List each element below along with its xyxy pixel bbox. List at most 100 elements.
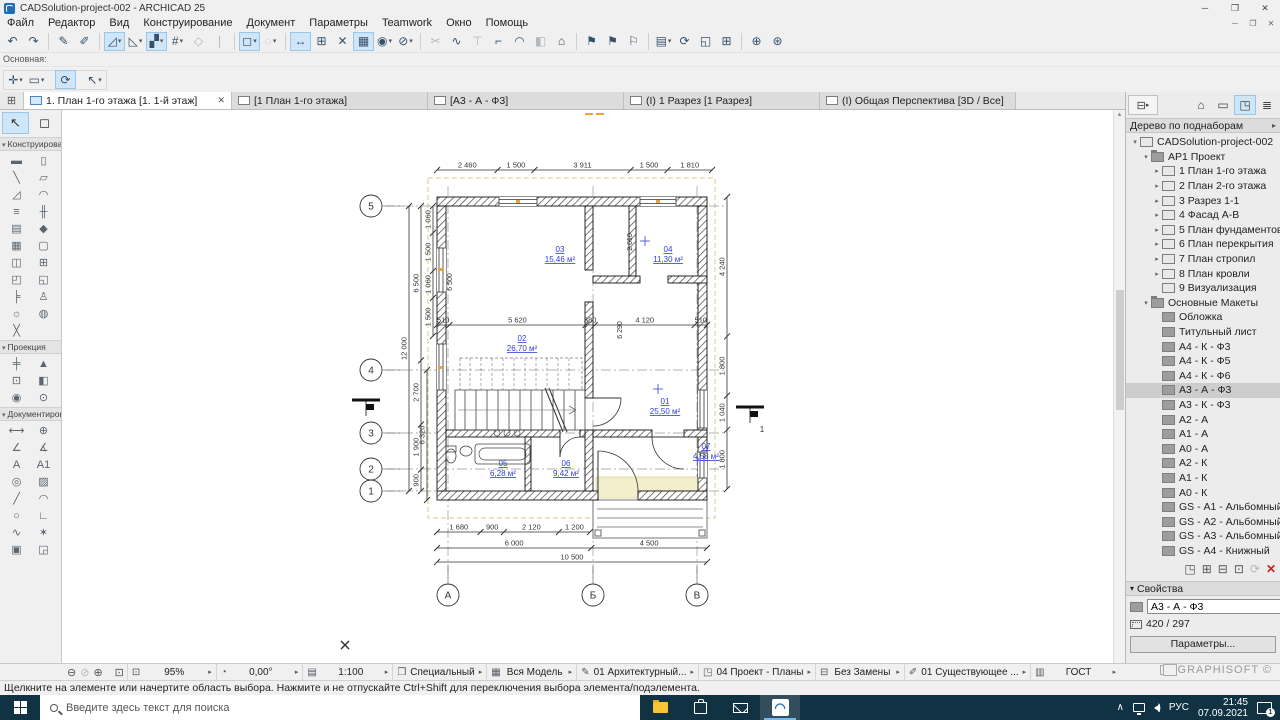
zoom-out-icon[interactable]: ⊖ — [67, 666, 76, 679]
zoom-prev-icon[interactable]: ⊘ — [80, 666, 89, 679]
tree-item[interactable]: А2 - А — [1126, 412, 1280, 427]
detail-tool[interactable]: ◉ — [3, 389, 30, 406]
taskbar-store[interactable] — [680, 695, 720, 720]
menu-файл[interactable]: Файл — [0, 16, 41, 30]
polyline-tool[interactable]: ∟ — [30, 507, 57, 524]
quick-option-renovation[interactable]: ✐01 Существующее ...▸ — [904, 664, 1030, 680]
tree-item[interactable]: 9 Визуализация — [1126, 281, 1280, 296]
tree-item[interactable]: ▸1 План 1-го этажа — [1126, 164, 1280, 179]
tab-1[interactable]: 1. План 1-го этажа [1. 1-й этаж]✕ — [24, 92, 232, 109]
tree-item[interactable]: GS - А4 - Книжный — [1126, 544, 1280, 557]
setsquare-button[interactable]: ◿▾ — [104, 32, 125, 51]
xref-button[interactable]: ⊛ — [767, 32, 788, 51]
level-dimension-tool[interactable]: ⊕ — [30, 422, 57, 439]
arc-tool[interactable]: ◠ — [30, 490, 57, 507]
chevron-right-icon[interactable]: ▸ — [1152, 167, 1162, 175]
wall-end-tool[interactable]: ╞ — [3, 288, 30, 305]
roof-tool[interactable]: ◿ — [3, 186, 30, 203]
tree-item[interactable]: ▸5 План фундаментов — [1126, 223, 1280, 238]
tracker-button[interactable]: ✛▾ — [5, 70, 26, 89]
tree-item[interactable]: ▸2 План 2-го этажа — [1126, 179, 1280, 194]
menu-вид[interactable]: Вид — [102, 16, 136, 30]
tab-3[interactable]: [А3 - А - Ф3] — [428, 92, 624, 109]
zoom-in-icon[interactable]: ⊕ — [93, 666, 102, 679]
tab-4[interactable]: (I) 1 Разрез [1 Разрез] — [624, 92, 820, 109]
selection-lock-button[interactable]: ◌▾ — [260, 32, 281, 51]
interior-elevation-tool[interactable]: ⊡ — [3, 372, 30, 389]
taskbar-search[interactable]: Введите здесь текст для поиска — [40, 695, 640, 720]
tray-chevron-icon[interactable]: ∧ — [1117, 702, 1124, 713]
flag-capture-button[interactable]: ⚑ — [602, 32, 623, 51]
coordinate-box-button[interactable]: ▭▾ — [26, 70, 47, 89]
new-drawing-icon[interactable]: ⊟ — [1218, 562, 1228, 576]
tree-item[interactable]: GS - А3 - Альбомный — [1126, 529, 1280, 544]
elevation-tool[interactable]: ▲ — [30, 355, 57, 372]
new-master-icon[interactable]: ⊡ — [1234, 562, 1244, 576]
delete-icon[interactable]: ✕ — [1266, 562, 1276, 576]
parameters-button[interactable]: Параметры... — [1130, 636, 1276, 653]
spline-tool[interactable]: ∿ — [3, 524, 30, 541]
tree-item[interactable]: А1 - А — [1126, 427, 1280, 442]
navigator-popup-button[interactable]: ⊟ ▸ — [1128, 95, 1158, 115]
snap-points-button[interactable]: ∣ — [209, 32, 230, 51]
language-indicator[interactable]: РУС — [1169, 702, 1189, 713]
chevron-down-icon[interactable]: ▾ — [1141, 153, 1151, 161]
flag-publish-button[interactable]: ⚐ — [623, 32, 644, 51]
arrow-tool[interactable]: ↖ — [2, 112, 29, 134]
tree-item[interactable]: А3 - А - Ф3 — [1126, 383, 1280, 398]
clock[interactable]: 21:4507.09.2021 — [1198, 697, 1248, 719]
notification-icon[interactable]: 1 — [1257, 702, 1272, 714]
drawing-update-button[interactable]: ◱ — [695, 32, 716, 51]
menu-teamwork[interactable]: Teamwork — [375, 16, 439, 30]
navigator-tree-header[interactable]: Дерево по поднаборам▸ — [1126, 118, 1280, 133]
coordinates-button[interactable]: ⊞ — [311, 32, 332, 51]
hotspot-tool[interactable]: ✶ — [30, 524, 57, 541]
adjust-button[interactable]: ∿ — [446, 32, 467, 51]
arrow-mode-button[interactable]: ↖▾ — [84, 70, 105, 89]
camera-tool[interactable]: ⊙ — [30, 389, 57, 406]
layout-book-icon[interactable]: ◳ — [1234, 95, 1256, 115]
corner-window-tool[interactable]: ◰ — [3, 271, 30, 288]
tree-item[interactable]: ▾АР1 Проект — [1126, 150, 1280, 165]
flag-favorites-button[interactable]: ⚑ — [581, 32, 602, 51]
morph-tool[interactable]: ◆ — [30, 220, 57, 237]
drawing-tool[interactable]: ◲ — [30, 541, 57, 558]
curtain-wall-tool[interactable]: ▤ — [3, 220, 30, 237]
inject-parameters-button[interactable]: ✐ — [74, 32, 95, 51]
minimize-button[interactable]: ─ — [1190, 0, 1220, 16]
menu-окно[interactable]: Окно — [439, 16, 479, 30]
object-tool[interactable]: ♙ — [30, 288, 57, 305]
doc-close-button[interactable]: ✕ — [1262, 19, 1280, 28]
label-tool[interactable]: A1 — [30, 456, 57, 473]
tree-item[interactable]: GS - А1 - Альбомный — [1126, 500, 1280, 515]
shell-tool[interactable]: ◠ — [30, 186, 57, 203]
chevron-down-icon[interactable]: ▾ — [1141, 299, 1151, 307]
view-settings-button[interactable]: ▤▾ — [653, 32, 674, 51]
project-map-icon[interactable]: ⌂ — [1190, 95, 1212, 115]
new-layout-icon[interactable]: ◳ — [1184, 562, 1195, 576]
quick-option-rotate[interactable]: ◔0,00°▸ — [216, 664, 303, 680]
gravity-button[interactable]: ◺▾ — [125, 32, 146, 51]
guide-lines-button[interactable]: ▞▾ — [146, 32, 167, 51]
orbit-button[interactable]: ⟳ — [55, 70, 76, 89]
toolbox-section-header[interactable]: ▾Документирование — [0, 407, 61, 421]
chevron-right-icon[interactable]: ▸ — [1152, 255, 1162, 263]
tab-close-icon[interactable]: ✕ — [217, 95, 225, 106]
stair-tool[interactable]: ≡ — [3, 203, 30, 220]
tree-item[interactable]: А0 - К — [1126, 485, 1280, 500]
taskbar-archicad[interactable]: ◠ — [760, 695, 800, 720]
redo-button[interactable]: ↷ — [23, 32, 44, 51]
marquee-button[interactable]: ◻▾ — [239, 32, 260, 51]
tab-overview-button[interactable]: ⊞ — [0, 92, 24, 109]
chevron-right-icon[interactable]: ▸ — [1152, 226, 1162, 234]
quick-option-layers[interactable]: ❒Специальный▸ — [392, 664, 486, 680]
text-tool[interactable]: A — [3, 456, 30, 473]
slab-tool[interactable]: ▱ — [30, 169, 57, 186]
quick-option-model-filter[interactable]: ▦Вся Модель▸ — [486, 664, 576, 680]
tree-item[interactable]: А1 - К — [1126, 471, 1280, 486]
update-icon[interactable]: ⟳ — [1250, 562, 1260, 576]
tree-item[interactable]: Титульный лист — [1126, 325, 1280, 340]
doc-restore-button[interactable]: ❒ — [1244, 19, 1262, 28]
tree-item[interactable]: А4 - К - Ф5 — [1126, 354, 1280, 369]
doc-minimize-button[interactable]: ─ — [1226, 19, 1244, 28]
